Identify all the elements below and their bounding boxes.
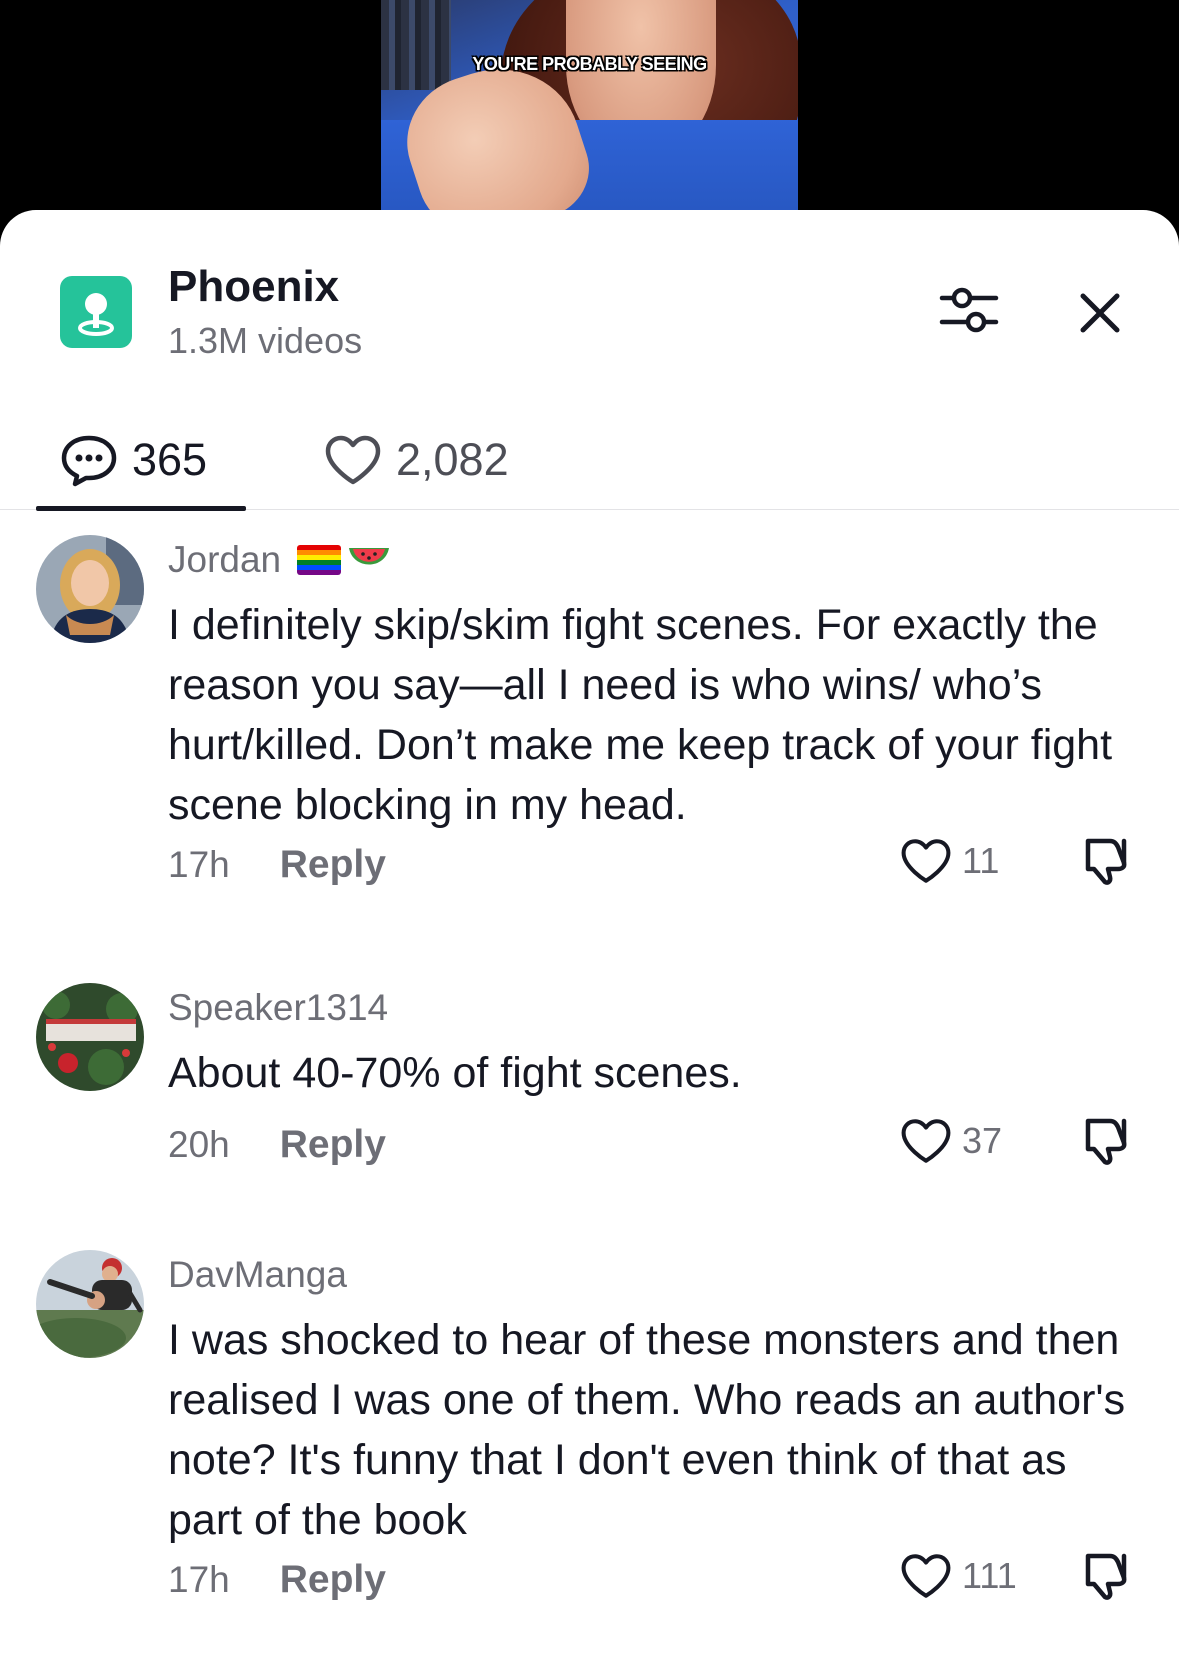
comment-bubble-icon: [61, 435, 117, 487]
close-icon: [1080, 293, 1120, 333]
active-tab-indicator: [36, 506, 246, 511]
avatar[interactable]: [36, 535, 144, 643]
heart-icon: [325, 435, 381, 485]
reply-button[interactable]: Reply: [280, 1558, 386, 1602]
comment-username[interactable]: DavManga: [168, 1254, 347, 1296]
close-button[interactable]: [1075, 288, 1125, 338]
rainbow-flag-emoji-icon: [297, 545, 342, 575]
comment-time: 20h: [168, 1124, 230, 1165]
reply-button[interactable]: Reply: [280, 843, 386, 887]
heart-icon: [901, 839, 951, 883]
watermelon-emoji-icon: [349, 548, 390, 565]
comment-time: 17h: [168, 844, 230, 885]
heart-icon: [901, 1119, 951, 1163]
location-pin-icon[interactable]: [60, 276, 132, 348]
comment-meta: 17h Reply: [168, 1558, 386, 1602]
heart-icon: [901, 1554, 951, 1598]
video-frame[interactable]: YOU'RE PROBABLY SEEING: [381, 0, 798, 230]
comment-meta: 20h Reply: [168, 1123, 386, 1167]
comment-like-button[interactable]: 111: [900, 1552, 1017, 1600]
comment-username[interactable]: Jordan: [168, 539, 393, 581]
comment-tabs: 365 2,082: [0, 410, 1179, 511]
comment-meta: 17h Reply: [168, 843, 386, 887]
filter-sliders-button[interactable]: [938, 282, 1000, 338]
thumbs-down-icon[interactable]: [1080, 1548, 1134, 1602]
topic-header: Phoenix 1.3M videos: [0, 210, 1179, 370]
username-text: Jordan: [168, 539, 282, 580]
comment-like-button[interactable]: 11: [900, 837, 999, 885]
thumbs-down-icon[interactable]: [1080, 833, 1134, 887]
video-preview[interactable]: YOU'RE PROBABLY SEEING: [0, 0, 1179, 230]
sliders-icon: [939, 287, 999, 333]
comment-like-count: 11: [962, 840, 1000, 881]
thumbs-down-icon[interactable]: [1080, 1113, 1134, 1167]
video-caption: YOU'RE PROBABLY SEEING: [472, 54, 707, 74]
reply-button[interactable]: Reply: [280, 1123, 386, 1167]
avatar[interactable]: [36, 983, 144, 1091]
topic-name[interactable]: Phoenix: [168, 262, 339, 312]
comment-time: 17h: [168, 1559, 230, 1600]
tab-comments[interactable]: 365: [36, 410, 246, 510]
likes-count: 2,082: [396, 434, 509, 485]
comment-username[interactable]: Speaker1314: [168, 987, 388, 1029]
comment-text: I was shocked to hear of these monsters …: [168, 1316, 1126, 1544]
comment-text: I definitely skip/skim fight scenes. For…: [168, 601, 1113, 829]
comment-text: About 40-70% of fight scenes.: [168, 1049, 742, 1097]
comment-like-count: 111: [962, 1555, 1017, 1596]
video-background-shelf: [381, 0, 451, 90]
topic-video-count: 1.3M videos: [168, 320, 363, 361]
comment-like-button[interactable]: 37: [900, 1117, 1002, 1165]
tab-likes[interactable]: 2,082: [300, 410, 530, 510]
avatar[interactable]: [36, 1250, 144, 1358]
comments-sheet: Phoenix 1.3M videos 365 2,082 Jordan I d…: [0, 210, 1179, 1674]
comment-like-count: 37: [962, 1120, 1003, 1161]
comments-count: 365: [132, 434, 208, 485]
